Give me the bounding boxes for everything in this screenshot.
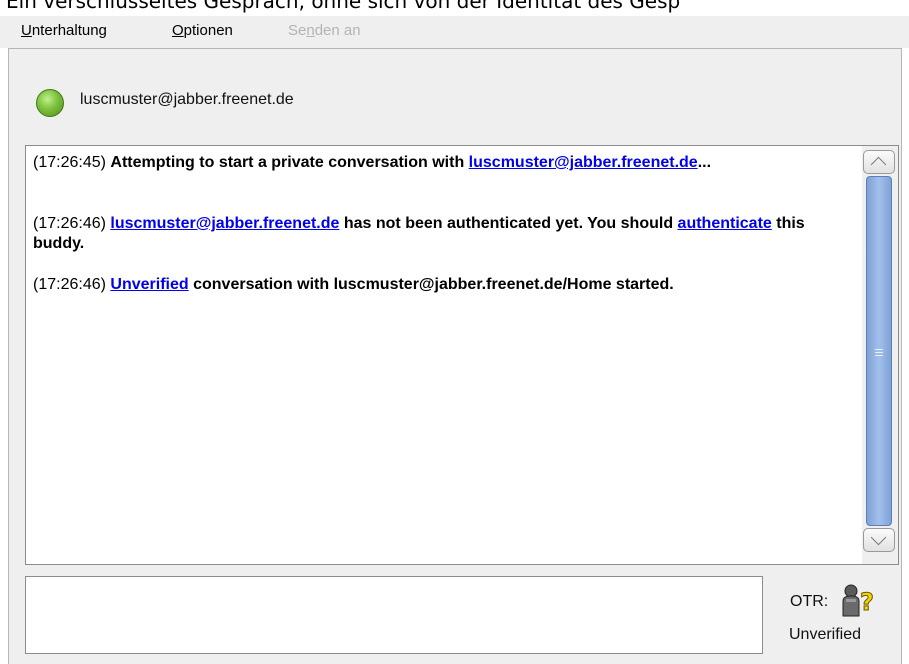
scroll-down-button[interactable] <box>863 528 895 552</box>
message-text: Attempting to start a private conversati… <box>110 154 465 171</box>
message-input[interactable] <box>25 576 763 654</box>
chevron-down-icon <box>870 529 887 546</box>
conversation-log[interactable]: (17:26:45) Attempting to start a private… <box>25 145 899 565</box>
svg-text:?: ? <box>860 588 874 616</box>
grip-icon <box>875 349 883 358</box>
otr-label: OTR: <box>790 593 829 610</box>
otr-status: Unverified <box>789 626 862 643</box>
status-available-icon <box>36 89 64 117</box>
contact-name: luscmuster@jabber.freenet.de <box>80 91 294 108</box>
log-scrollbar[interactable] <box>862 146 898 564</box>
otr-unverified-icon[interactable]: ? <box>840 583 880 617</box>
caption-text: Ein verschlüsseltes Gespräch, ohne sich … <box>6 0 681 13</box>
contact-link[interactable]: luscmuster@jabber.freenet.de <box>110 215 339 232</box>
authenticate-link[interactable]: authenticate <box>678 215 772 232</box>
log-message: (17:26:45) Attempting to start a private… <box>33 153 853 173</box>
message-timestamp: (17:26:46) <box>33 215 106 232</box>
message-timestamp: (17:26:46) <box>33 276 106 293</box>
message-text: ... <box>697 154 712 171</box>
menu-send-to[interactable]: Senden an <box>288 22 361 39</box>
scroll-up-button[interactable] <box>863 150 895 174</box>
log-message: (17:26:46) luscmuster@jabber.freenet.de … <box>33 214 853 254</box>
menu-conversation[interactable]: Unterhaltung <box>21 22 107 39</box>
message-text: conversation with luscmuster@jabber.free… <box>193 276 674 293</box>
message-timestamp: (17:26:45) <box>33 154 106 171</box>
menu-bar: Unterhaltung Optionen Senden an <box>0 16 909 48</box>
contact-link[interactable]: luscmuster@jabber.freenet.de <box>469 154 698 171</box>
log-message: (17:26:46) Unverified conversation with … <box>33 275 853 295</box>
menu-options[interactable]: Optionen <box>172 22 233 39</box>
scroll-thumb[interactable] <box>866 176 892 526</box>
chevron-up-icon <box>870 156 887 173</box>
unverified-link[interactable]: Unverified <box>110 276 188 293</box>
message-text: has not been authenticated yet. You shou… <box>343 215 674 232</box>
